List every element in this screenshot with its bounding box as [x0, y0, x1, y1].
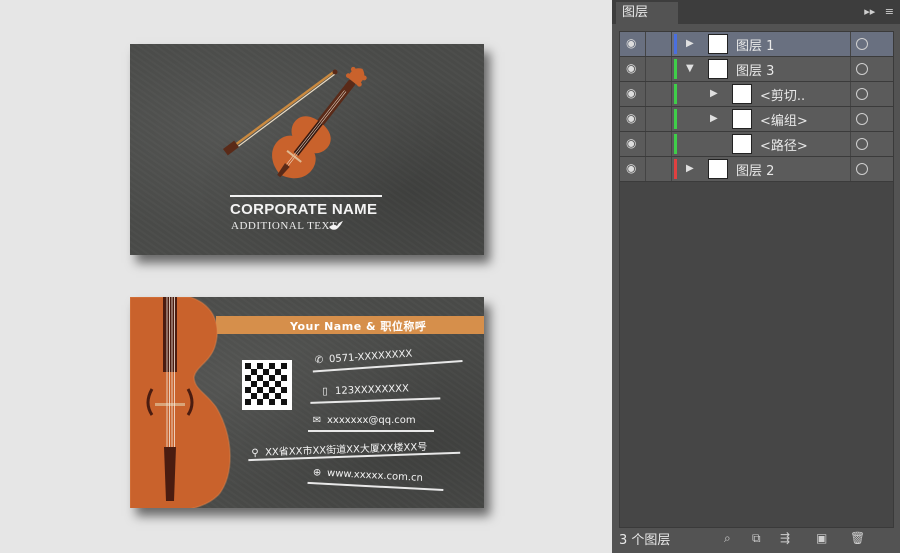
layer-name[interactable]: <路径> — [760, 135, 808, 154]
target-circle-icon[interactable] — [856, 163, 868, 175]
layer-color-swatch — [674, 34, 677, 54]
email-text: xxxxxxx@qq.com — [327, 415, 416, 426]
collapse-panel-icon[interactable]: ▸▸ — [864, 5, 875, 18]
layer-name[interactable]: 图层 1 — [736, 35, 774, 54]
lock-toggle[interactable] — [646, 132, 672, 156]
layer-name[interactable]: 图层 2 — [736, 160, 774, 179]
corporate-name[interactable]: CORPORATE NAME — [230, 201, 377, 218]
visibility-toggle[interactable]: ◉ — [620, 157, 646, 181]
sublayer-icon[interactable]: ⇶ — [780, 531, 790, 545]
lock-toggle[interactable] — [646, 82, 672, 106]
layer-row-1[interactable]: ◉ ▶ 图层 1 — [620, 32, 893, 57]
eye-icon: ◉ — [626, 86, 637, 100]
layer-thumbnail — [708, 159, 728, 179]
expand-arrow-icon[interactable]: ▶ — [710, 88, 718, 99]
artboard-canvas[interactable]: CORPORATE NAME ADDITIONAL TEXT Your Name… — [0, 0, 612, 553]
layer-name[interactable]: 图层 3 — [736, 60, 774, 79]
layer-count: 3 个图层 — [619, 533, 671, 548]
layer-thumbnail — [732, 84, 752, 104]
target-circle-icon[interactable] — [856, 138, 868, 150]
layer-color-swatch — [674, 134, 677, 154]
sublayer-row-group[interactable]: ◉ ▶ <编组> — [620, 107, 893, 132]
layer-thumbnail — [732, 134, 752, 154]
collapse-arrow-icon[interactable]: ▼ — [686, 63, 694, 74]
search-icon[interactable]: ⌕ — [724, 531, 731, 546]
target-circle-icon[interactable] — [856, 63, 868, 75]
expand-arrow-icon[interactable]: ▶ — [710, 113, 718, 124]
target-circle-icon[interactable] — [856, 88, 868, 100]
globe-icon: ⊕ — [312, 467, 322, 479]
layer-row-3[interactable]: ◉ ▼ 图层 3 — [620, 57, 893, 82]
bird-icon — [329, 221, 343, 230]
qr-code — [242, 360, 292, 410]
new-layer-icon[interactable]: ▣ — [816, 531, 827, 545]
sublayer-row-path[interactable]: ◉ <路径> — [620, 132, 893, 157]
eye-icon: ◉ — [626, 61, 637, 75]
panel-menu-icon[interactable]: ≡ — [885, 5, 894, 18]
visibility-toggle[interactable]: ◉ — [620, 32, 646, 56]
layer-color-swatch — [674, 59, 677, 79]
underline — [308, 430, 434, 432]
lock-toggle[interactable] — [646, 32, 672, 56]
expand-arrow-icon[interactable]: ▶ — [686, 163, 694, 174]
location-pin-icon: ⚲ — [251, 447, 259, 460]
layer-color-swatch — [674, 109, 677, 129]
visibility-toggle[interactable]: ◉ — [620, 132, 646, 156]
layers-panel: 图层 ▸▸ ≡ ◉ ▶ 图层 1 ◉ ▼ 图层 3 ◉ ▶ <剪切.. ◉ ▶ … — [612, 0, 900, 553]
eye-icon: ◉ — [626, 136, 637, 150]
phone-icon: ✆ — [314, 354, 324, 367]
expand-arrow-icon[interactable]: ▶ — [686, 38, 694, 49]
clipping-mask-icon[interactable]: ⧉ — [752, 531, 761, 546]
eye-icon: ◉ — [626, 111, 637, 125]
lock-toggle[interactable] — [646, 57, 672, 81]
layers-list[interactable]: ◉ ▶ 图层 1 ◉ ▼ 图层 3 ◉ ▶ <剪切.. ◉ ▶ <编组> ◉ <… — [619, 31, 894, 528]
name-title-text[interactable]: Your Name & 职位称呼 — [290, 318, 426, 334]
visibility-toggle[interactable]: ◉ — [620, 57, 646, 81]
visibility-toggle[interactable]: ◉ — [620, 107, 646, 131]
mail-icon: ✉ — [312, 415, 322, 426]
layer-thumbnail — [708, 34, 728, 54]
additional-text[interactable]: ADDITIONAL TEXT — [231, 220, 337, 232]
lock-toggle[interactable] — [646, 157, 672, 181]
panel-header-icons: ▸▸ ≡ — [864, 5, 894, 18]
target-circle-icon[interactable] — [856, 38, 868, 50]
layer-name[interactable]: <剪切.. — [760, 85, 805, 104]
business-card-front[interactable]: CORPORATE NAME ADDITIONAL TEXT — [130, 44, 484, 255]
eye-icon: ◉ — [626, 36, 637, 50]
layer-name[interactable]: <编组> — [760, 110, 808, 129]
divider-line — [230, 195, 382, 197]
eye-icon: ◉ — [626, 161, 637, 175]
visibility-toggle[interactable]: ◉ — [620, 82, 646, 106]
layer-thumbnail — [708, 59, 728, 79]
email-line[interactable]: ✉ xxxxxxx@qq.com — [308, 415, 434, 432]
layer-row-2[interactable]: ◉ ▶ 图层 2 — [620, 157, 893, 182]
sublayer-row-clip[interactable]: ◉ ▶ <剪切.. — [620, 82, 893, 107]
target-circle-icon[interactable] — [856, 113, 868, 125]
panel-header: 图层 ▸▸ ≡ — [612, 0, 900, 24]
trash-icon[interactable]: 🗑 — [850, 531, 865, 545]
layer-thumbnail — [732, 109, 752, 129]
tab-layers[interactable]: 图层 — [616, 2, 678, 24]
layer-color-swatch — [674, 159, 677, 179]
layer-color-swatch — [674, 84, 677, 104]
violin-closeup-illustration — [130, 297, 231, 508]
business-card-back[interactable]: Your Name & 职位称呼 ✆ 0571-XXXXXXXX ▯ 123XX… — [130, 297, 484, 508]
lock-toggle[interactable] — [646, 107, 672, 131]
mobile-icon: ▯ — [322, 386, 328, 398]
